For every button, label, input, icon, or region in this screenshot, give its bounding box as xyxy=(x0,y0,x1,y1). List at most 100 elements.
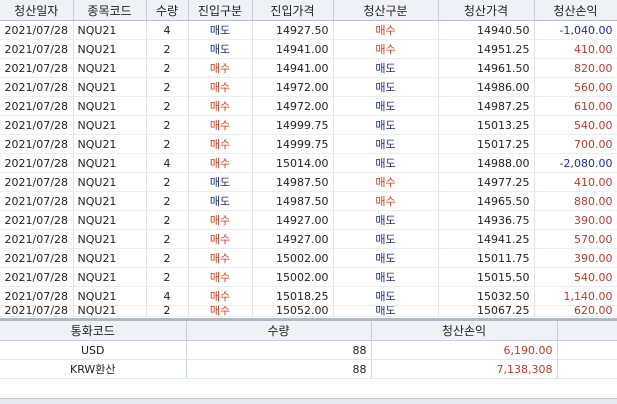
col-header-entry-price[interactable]: 진입가격 xyxy=(252,0,334,21)
summary-body: USD 88 6,190.00 KRW환산 88 7,138,308 xyxy=(0,340,617,379)
cell-date: 2021/07/28 xyxy=(0,77,74,97)
cell-code: NQU21 xyxy=(73,58,147,78)
cell-pnl: 570.00 xyxy=(534,229,617,249)
cell-code: NQU21 xyxy=(73,172,147,192)
cell-pnl: 390.00 xyxy=(534,248,617,268)
cell-date: 2021/07/28 xyxy=(0,115,74,135)
cell-entry-price: 14972.00 xyxy=(252,96,334,116)
table-row[interactable]: 2021/07/28 NQU21 2 매도 14987.50 매수 14977.25 410.… xyxy=(0,172,617,192)
cell-date: 2021/07/28 xyxy=(0,267,74,287)
cell-date: 2021/07/28 xyxy=(0,153,74,173)
cell-entry-price: 14941.00 xyxy=(252,39,334,59)
table-row[interactable]: 2021/07/28 NQU21 2 매수 14972.00 매도 14986.00 560.… xyxy=(0,77,617,97)
cell-qty: 2 xyxy=(146,39,189,59)
table-row[interactable]: 2021/07/28 NQU21 4 매수 15018.25 매도 15032.50 1,14… xyxy=(0,286,617,306)
cell-exit-price: 15013.25 xyxy=(438,115,535,135)
table-row[interactable]: 2021/07/28 NQU21 2 매수 14941.00 매도 14961.50 820.… xyxy=(0,58,617,78)
summary-row[interactable]: USD 88 6,190.00 xyxy=(0,340,617,360)
cell-qty: 4 xyxy=(146,153,189,173)
cell-code: NQU21 xyxy=(73,191,147,211)
cell-qty: 2 xyxy=(146,248,189,268)
cell-date: 2021/07/28 xyxy=(0,39,74,59)
cell-code: NQU21 xyxy=(73,115,147,135)
table-row[interactable]: 2021/07/28 NQU21 4 매도 14927.50 매수 14940.50 -1,0… xyxy=(0,20,617,40)
col-header-pnl[interactable]: 청산손익 xyxy=(534,0,617,21)
table-row[interactable]: 2021/07/28 NQU21 4 매수 15014.00 매도 14988.00 -2,0… xyxy=(0,153,617,173)
col-header-code[interactable]: 종목코드 xyxy=(73,0,147,21)
table-row[interactable]: 2021/07/28 NQU21 2 매수 14999.75 매도 15017.25 700.… xyxy=(0,134,617,154)
cell-exit-price: 14940.50 xyxy=(438,20,535,40)
cell-entry-price: 14927.00 xyxy=(252,229,334,249)
cell-code: NQU21 xyxy=(73,96,147,116)
cell-entry-type: 매수 xyxy=(188,96,253,116)
cell-qty: 2 xyxy=(146,58,189,78)
cell-qty: 2 xyxy=(146,210,189,230)
cell-pnl: 410.00 xyxy=(534,172,617,192)
summary-header-empty xyxy=(557,321,617,341)
cell-entry-price: 15018.25 xyxy=(252,286,334,306)
cell-exit-type: 매도 xyxy=(333,58,439,78)
cell-code: NQU21 xyxy=(73,229,147,249)
cell-entry-price: 14927.00 xyxy=(252,210,334,230)
status-strip xyxy=(0,398,617,404)
summary-header-qty[interactable]: 수량 xyxy=(186,321,372,341)
cell-date: 2021/07/28 xyxy=(0,248,74,268)
cell-entry-type: 매도 xyxy=(188,172,253,192)
table-row[interactable]: 2021/07/28 NQU21 2 매수 15052.00 매도 15067.25 620.… xyxy=(0,305,617,317)
summary-empty-cell xyxy=(557,340,617,360)
cell-entry-type: 매수 xyxy=(188,229,253,249)
summary-row[interactable]: KRW환산 88 7,138,308 xyxy=(0,359,617,379)
cell-exit-type: 매수 xyxy=(333,20,439,40)
cell-entry-price: 15002.00 xyxy=(252,248,334,268)
table-row[interactable]: 2021/07/28 NQU21 2 매수 15002.00 매도 15015.50 540.… xyxy=(0,267,617,287)
summary-currency: KRW환산 xyxy=(0,359,187,379)
cell-pnl: 610.00 xyxy=(534,96,617,116)
table-row[interactable]: 2021/07/28 NQU21 2 매도 14987.50 매수 14965.50 880.… xyxy=(0,191,617,211)
cell-exit-type: 매수 xyxy=(333,191,439,211)
cell-code: NQU21 xyxy=(73,305,147,317)
cell-qty: 4 xyxy=(146,286,189,306)
table-row[interactable]: 2021/07/28 NQU21 2 매도 14941.00 매수 14951.25 410.… xyxy=(0,39,617,59)
table-row[interactable]: 2021/07/28 NQU21 2 매수 15002.00 매도 15011.75 390.… xyxy=(0,248,617,268)
cell-entry-type: 매도 xyxy=(188,191,253,211)
cell-date: 2021/07/28 xyxy=(0,229,74,249)
grid-body: 2021/07/28 NQU21 4 매도 14927.50 매수 14940.50 -1,0… xyxy=(0,20,617,317)
cell-entry-type: 매수 xyxy=(188,134,253,154)
table-row[interactable]: 2021/07/28 NQU21 2 매수 14972.00 매도 14987.25 610.… xyxy=(0,96,617,116)
cell-code: NQU21 xyxy=(73,77,147,97)
col-header-date[interactable]: 청산일자 xyxy=(0,0,74,21)
cell-qty: 2 xyxy=(146,77,189,97)
cell-exit-price: 15032.50 xyxy=(438,286,535,306)
table-row[interactable]: 2021/07/28 NQU21 2 매수 14927.00 매도 14936.75 390.… xyxy=(0,210,617,230)
cell-exit-price: 14961.50 xyxy=(438,58,535,78)
cell-pnl: 560.00 xyxy=(534,77,617,97)
cell-pnl: 620.00 xyxy=(534,305,617,317)
cell-exit-price: 14951.25 xyxy=(438,39,535,59)
cell-entry-price: 14972.00 xyxy=(252,77,334,97)
summary-header-currency[interactable]: 통화코드 xyxy=(0,321,187,341)
cell-entry-type: 매수 xyxy=(188,286,253,306)
cell-exit-type: 매도 xyxy=(333,305,439,317)
table-row[interactable]: 2021/07/28 NQU21 2 매수 14927.00 매도 14941.25 570.… xyxy=(0,229,617,249)
cell-exit-price: 15011.75 xyxy=(438,248,535,268)
cell-date: 2021/07/28 xyxy=(0,134,74,154)
cell-entry-type: 매수 xyxy=(188,77,253,97)
summary-header-pnl[interactable]: 청산손익 xyxy=(371,321,558,341)
summary-empty-cell xyxy=(557,359,617,379)
summary-currency: USD xyxy=(0,340,187,360)
col-header-exit-type[interactable]: 청산구분 xyxy=(333,0,439,21)
col-header-entry-type[interactable]: 진입구분 xyxy=(188,0,253,21)
cell-code: NQU21 xyxy=(73,248,147,268)
col-header-exit-price[interactable]: 청산가격 xyxy=(438,0,535,21)
cell-code: NQU21 xyxy=(73,134,147,154)
cell-date: 2021/07/28 xyxy=(0,210,74,230)
cell-code: NQU21 xyxy=(73,153,147,173)
cell-date: 2021/07/28 xyxy=(0,20,74,40)
cell-exit-type: 매수 xyxy=(333,172,439,192)
table-row[interactable]: 2021/07/28 NQU21 2 매수 14999.75 매도 15013.25 540.… xyxy=(0,115,617,135)
cell-exit-type: 매도 xyxy=(333,153,439,173)
cell-qty: 2 xyxy=(146,115,189,135)
cell-exit-price: 14986.00 xyxy=(438,77,535,97)
cell-pnl: -2,080.00 xyxy=(534,153,617,173)
col-header-qty[interactable]: 수량 xyxy=(146,0,189,21)
